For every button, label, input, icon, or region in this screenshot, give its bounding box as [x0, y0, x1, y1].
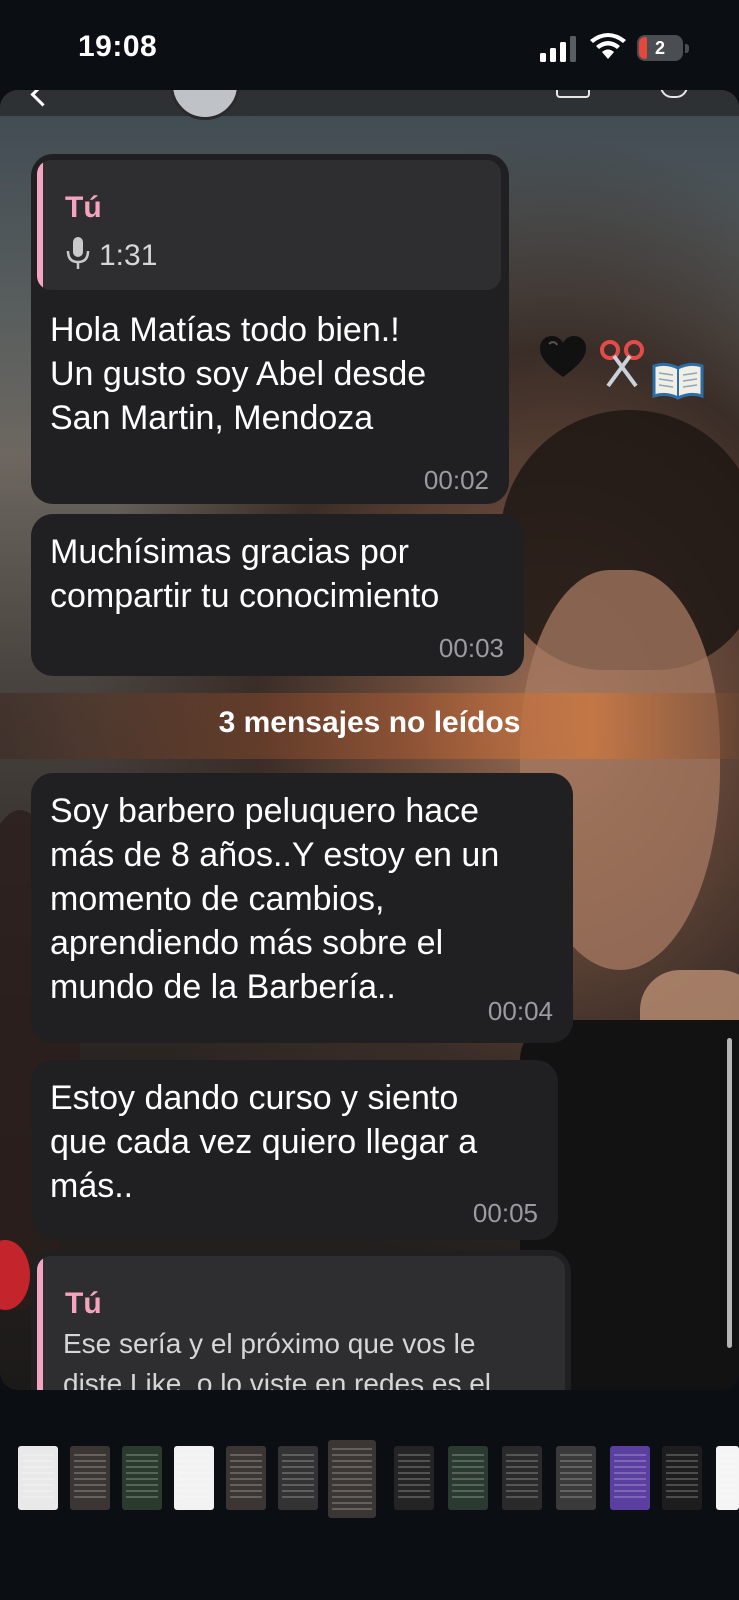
reply-preview[interactable]: Tú 1:31: [37, 160, 501, 290]
wifi-icon: [590, 33, 626, 59]
black-heart-icon: [540, 336, 586, 377]
reply-accent-bar: [37, 1256, 43, 1390]
battery-icon: 2: [637, 35, 689, 61]
thumbnail[interactable]: [226, 1446, 266, 1510]
scissors-icon: [600, 340, 644, 388]
signal-icon: [540, 36, 576, 62]
message-time: 00:03: [438, 633, 504, 663]
message-bubble[interactable]: Tú 1:31 Hola Matías todo bien.! Un gusto…: [31, 154, 509, 504]
video-call-icon[interactable]: [556, 90, 590, 98]
chat-header: [0, 90, 739, 116]
message-bubble[interactable]: Soy barbero peluquero hace más de 8 años…: [31, 773, 573, 1043]
thumbnail[interactable]: [122, 1446, 162, 1510]
reply-accent-bar: [37, 160, 43, 290]
chat-panel: Tú 1:31 Hola Matías todo bien.! Un gusto…: [0, 90, 739, 1390]
thumbnail[interactable]: [610, 1446, 650, 1510]
mic-icon: [66, 237, 90, 269]
thumbnail[interactable]: [278, 1446, 318, 1510]
thumbnail-strip: [0, 1440, 739, 1520]
thumbnail[interactable]: [328, 1440, 376, 1518]
thumbnail[interactable]: [556, 1446, 596, 1510]
message-text: Estoy dando curso y siento que cada vez …: [50, 1079, 478, 1205]
message-bubble[interactable]: Muchísimas gracias por compartir tu cono…: [31, 514, 524, 676]
voice-note-duration: 1:31: [99, 239, 158, 272]
reply-preview[interactable]: Tú Ese sería y el próximo que vos le dis…: [37, 1256, 565, 1390]
reply-author: Tú: [65, 191, 102, 224]
unread-divider: 3 mensajes no leídos: [0, 693, 739, 759]
thumbnail[interactable]: [662, 1446, 702, 1510]
reply-author: Tú: [65, 1287, 102, 1320]
message-bubble[interactable]: Estoy dando curso y siento que cada vez …: [31, 1060, 558, 1240]
thumbnail[interactable]: [394, 1446, 434, 1510]
message-bubble[interactable]: Tú Ese sería y el próximo que vos le dis…: [31, 1250, 571, 1390]
message-text: Soy barbero peluquero hace más de 8 años…: [50, 792, 500, 1006]
thumbnail[interactable]: [716, 1446, 739, 1510]
message-time: 00:02: [423, 465, 489, 495]
thumbnail[interactable]: [18, 1446, 58, 1510]
message-time: 00:04: [487, 996, 553, 1026]
thumbnail[interactable]: [502, 1446, 542, 1510]
scrollbar[interactable]: [727, 1038, 732, 1348]
status-time: 19:08: [78, 30, 158, 63]
message-time: 00:05: [472, 1198, 538, 1228]
status-bar: 19:08 2: [0, 0, 739, 95]
thumbnail[interactable]: [448, 1446, 488, 1510]
reply-text: Ese sería y el próximo que vos le diste …: [63, 1328, 492, 1390]
battery-level: 2: [654, 38, 665, 58]
message-text: Hola Matías todo bien.! Un gusto soy Abe…: [50, 311, 427, 437]
unread-divider-label: 3 mensajes no leídos: [218, 706, 521, 739]
thumbnail[interactable]: [70, 1446, 110, 1510]
message-text: Muchísimas gracias por compartir tu cono…: [50, 533, 440, 615]
open-book-icon: [652, 362, 704, 400]
thumbnail[interactable]: [174, 1446, 214, 1510]
